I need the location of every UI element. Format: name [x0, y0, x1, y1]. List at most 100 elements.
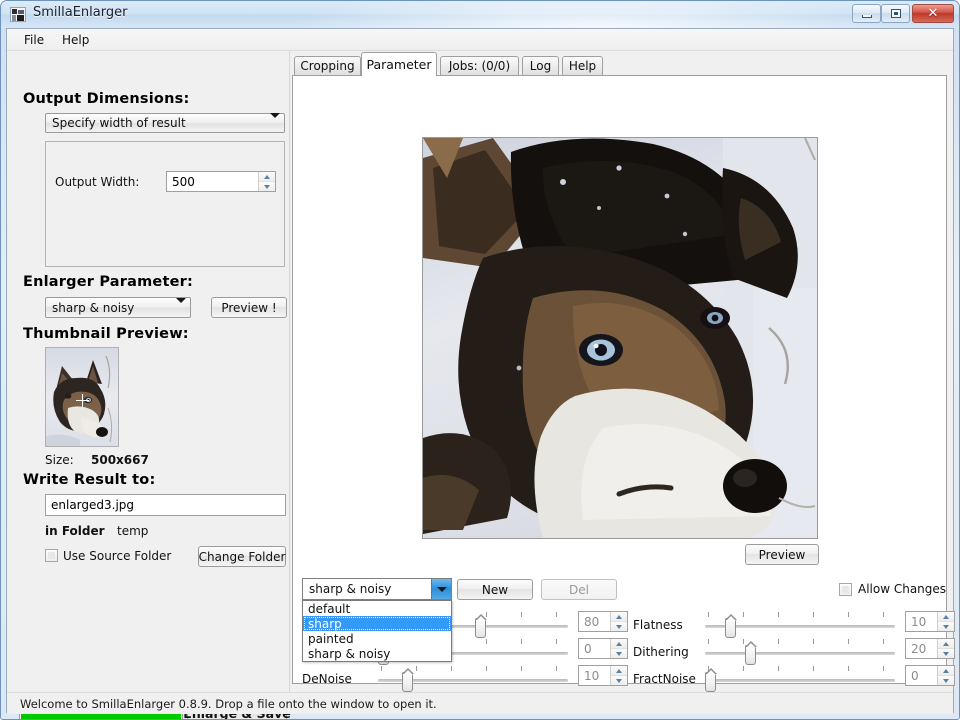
spin-up-icon[interactable] — [938, 666, 954, 675]
slider-value-flatness-text: 10 — [911, 614, 927, 629]
tab-log[interactable]: Log — [522, 56, 559, 75]
slider-handle[interactable] — [402, 668, 414, 692]
slider-label-flatness: Flatness — [633, 618, 683, 632]
minimize-icon — [861, 14, 872, 18]
spin-up-icon[interactable] — [611, 639, 627, 648]
tab-parameter[interactable]: Parameter — [361, 52, 437, 76]
slider-value-sharpen-text: 80 — [584, 614, 600, 629]
slider-value-sharpen[interactable]: 80 — [578, 611, 628, 632]
spin-buttons[interactable] — [937, 666, 954, 685]
use-source-folder-checkbox[interactable] — [45, 549, 58, 562]
output-width-stepper[interactable]: 500 — [166, 171, 276, 192]
slider-value-denoise-text: 10 — [584, 668, 600, 683]
spin-up-icon[interactable] — [611, 666, 627, 675]
slider-denoise[interactable] — [378, 666, 568, 692]
output-mode-combo[interactable]: Specify width of result — [45, 113, 285, 133]
tab-jobs[interactable]: Jobs: (0/0) — [440, 56, 519, 75]
spin-down-icon[interactable] — [938, 621, 954, 631]
chevron-down-icon — [172, 297, 190, 313]
right-work-panel: Cropping Parameter Jobs: (0/0) Log Help — [288, 51, 955, 714]
spin-up-icon[interactable] — [611, 612, 627, 621]
dropdown-option-sharp-noisy[interactable]: sharp & noisy — [303, 646, 451, 661]
slider-value-presharpen[interactable]: 0 — [578, 638, 628, 659]
delete-preset-button[interactable]: Del — [541, 579, 617, 600]
preview-exclaim-button[interactable]: Preview ! — [211, 297, 287, 318]
slider-flatness[interactable] — [705, 612, 895, 638]
preview-button[interactable]: Preview — [745, 544, 819, 565]
parameter-preset-dropdown[interactable]: default sharp painted sharp & noisy — [302, 600, 452, 662]
slider-handle[interactable] — [475, 614, 487, 638]
spin-buttons[interactable] — [937, 612, 954, 631]
slider-fractnoise[interactable] — [705, 666, 895, 692]
status-message: Welcome to SmillaEnlarger 0.8.9. Drop a … — [20, 697, 437, 711]
spin-buttons[interactable] — [610, 666, 627, 685]
output-width-spin-buttons[interactable] — [258, 172, 275, 191]
title-bar[interactable]: SmillaEnlarger ✕ — [1, 1, 959, 28]
maximize-button[interactable] — [881, 4, 910, 23]
spin-down-icon[interactable] — [259, 181, 275, 191]
preview-image[interactable] — [422, 137, 818, 539]
in-folder-label: in Folder — [45, 524, 105, 538]
slider-handle[interactable] — [705, 668, 717, 692]
output-mode-value: Specify width of result — [52, 116, 186, 130]
spin-buttons[interactable] — [610, 612, 627, 631]
size-label: Size: — [45, 453, 74, 467]
menu-item-help[interactable]: Help — [55, 32, 96, 49]
tab-cropping[interactable]: Cropping — [294, 56, 361, 75]
spin-down-icon[interactable] — [611, 675, 627, 685]
write-result-header: Write Result to: — [23, 472, 156, 488]
maximize-icon — [890, 9, 901, 18]
use-source-folder-label: Use Source Folder — [63, 549, 172, 563]
minimize-button[interactable] — [852, 4, 881, 23]
slider-track — [705, 652, 895, 655]
slider-label-dithering: Dithering — [633, 645, 689, 659]
dropdown-option-painted[interactable]: painted — [303, 631, 451, 646]
spin-up-icon[interactable] — [259, 172, 275, 181]
slider-value-denoise[interactable]: 10 — [578, 665, 628, 686]
title-bar-background — [1, 1, 959, 28]
output-width-value: 500 — [172, 174, 195, 189]
menu-item-file[interactable]: File — [17, 32, 51, 49]
slider-handle[interactable] — [745, 641, 757, 665]
spin-buttons[interactable] — [610, 639, 627, 658]
dropdown-option-default[interactable]: default — [303, 601, 451, 616]
spin-down-icon[interactable] — [611, 621, 627, 631]
allow-changes-checkbox[interactable] — [839, 583, 852, 596]
thumbnail-preview-image[interactable] — [45, 347, 119, 447]
spin-buttons[interactable] — [937, 639, 954, 658]
thumbnail-preview-header: Thumbnail Preview: — [23, 326, 189, 342]
dropdown-option-sharp[interactable]: sharp — [303, 616, 451, 631]
slider-handle[interactable] — [725, 614, 737, 638]
output-dimensions-group — [45, 141, 285, 267]
slider-value-dithering[interactable]: 20 — [905, 638, 955, 659]
spin-up-icon[interactable] — [938, 639, 954, 648]
app-icon — [10, 7, 26, 22]
output-filename-input[interactable]: enlarged3.jpg — [45, 494, 286, 516]
chevron-down-icon[interactable] — [431, 579, 451, 599]
window-title: SmillaEnlarger — [33, 5, 128, 20]
slider-ticks — [705, 666, 895, 671]
close-button[interactable]: ✕ — [912, 4, 954, 23]
status-bar: Welcome to SmillaEnlarger 0.8.9. Drop a … — [7, 692, 953, 714]
slider-value-fractnoise[interactable]: 0 — [905, 665, 955, 686]
spin-down-icon[interactable] — [938, 648, 954, 658]
left-settings-panel: Output Dimensions: Specify width of resu… — [7, 51, 291, 719]
slider-label-denoise: DeNoise — [302, 672, 352, 686]
slider-value-flatness[interactable]: 10 — [905, 611, 955, 632]
output-dimensions-header: Output Dimensions: — [23, 91, 190, 107]
slider-label-fractnoise: FractNoise — [633, 672, 696, 686]
parameter-preset-combo[interactable]: sharp & noisy — [302, 578, 452, 600]
spin-up-icon[interactable] — [938, 612, 954, 621]
tab-help[interactable]: Help — [562, 56, 603, 75]
preview-artwork — [423, 138, 817, 538]
enlarger-parameter-header: Enlarger Parameter: — [23, 274, 193, 290]
spin-down-icon[interactable] — [938, 675, 954, 685]
spin-down-icon[interactable] — [611, 648, 627, 658]
slider-value-presharpen-text: 0 — [584, 641, 592, 656]
folder-value: temp — [117, 524, 149, 538]
slider-dithering[interactable] — [705, 639, 895, 665]
change-folder-button[interactable]: Change Folder — [198, 546, 286, 567]
new-preset-button[interactable]: New — [457, 579, 533, 600]
output-width-label: Output Width: — [55, 175, 140, 189]
enlarger-parameter-combo[interactable]: sharp & noisy — [45, 297, 191, 318]
